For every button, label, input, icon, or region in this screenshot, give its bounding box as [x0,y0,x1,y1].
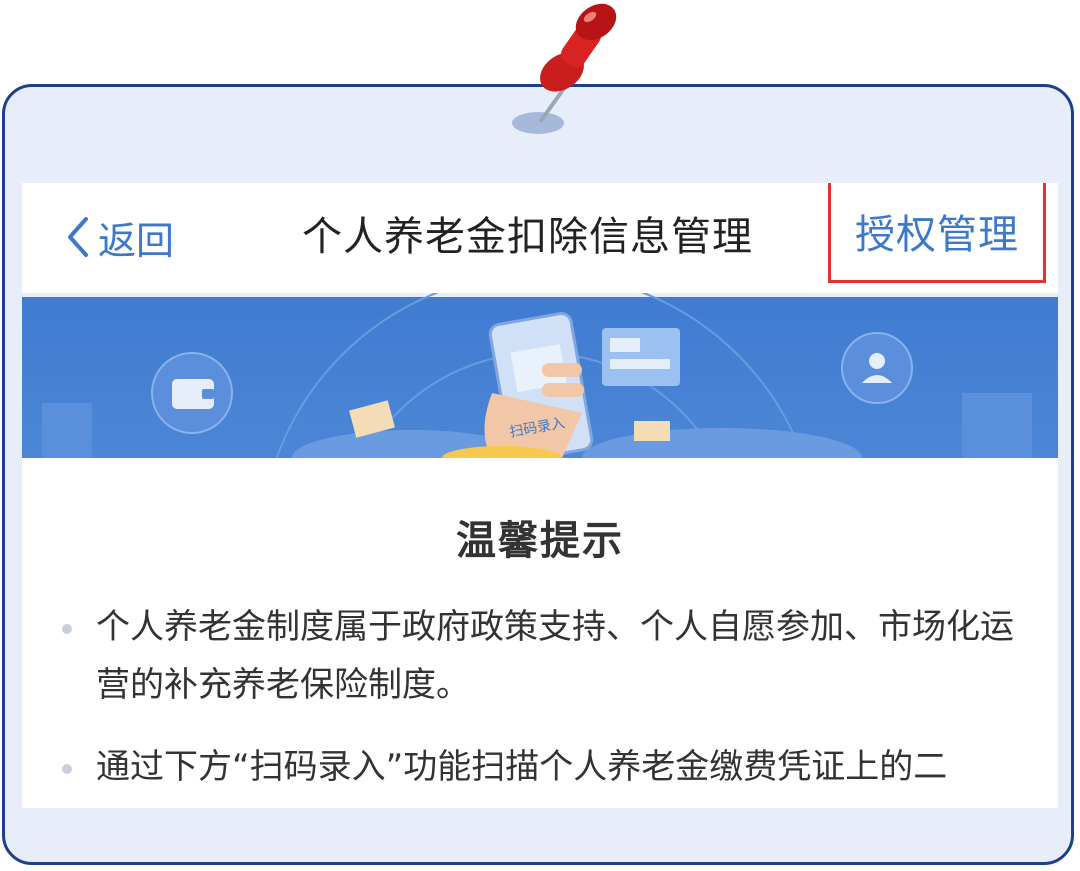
list-item-text: 个人养老金制度属于政府政策支持、个人自愿参加、市场化运营的补充养老保险制度。 [96,607,1014,705]
back-label: 返回 [98,218,175,263]
bullet-dot-icon [62,764,72,774]
bullet-dot-icon [62,624,72,634]
authorization-management-button[interactable]: 授权管理 [828,183,1046,283]
tips-title: 温馨提示 [456,518,624,564]
list-item: 通过下方“扫码录入”功能扫描个人养老金缴费凭证上的二 [62,738,1022,796]
list-item: 个人养老金制度属于政府政策支持、个人自愿参加、市场化运营的补充养老保险制度。 [62,598,1022,714]
banner-illustration: 扫码录入 [22,293,1058,458]
phone-screen: 返回 个人养老金扣除信息管理 授权管理 扫码录入 温馨提示 个人养老金制度属于政… [22,183,1058,808]
chevron-left-icon [68,217,88,257]
navigation-bar: 返回 个人养老金扣除信息管理 授权管理 [22,183,1058,293]
pushpin-icon [512,3,617,134]
list-item-text: 通过下方“扫码录入”功能扫描个人养老金缴费凭证上的二 [96,747,948,787]
back-button[interactable]: 返回 [64,209,174,265]
page-title: 个人养老金扣除信息管理 [302,214,753,260]
user-icon [841,332,913,404]
wallet-icon [151,352,233,434]
